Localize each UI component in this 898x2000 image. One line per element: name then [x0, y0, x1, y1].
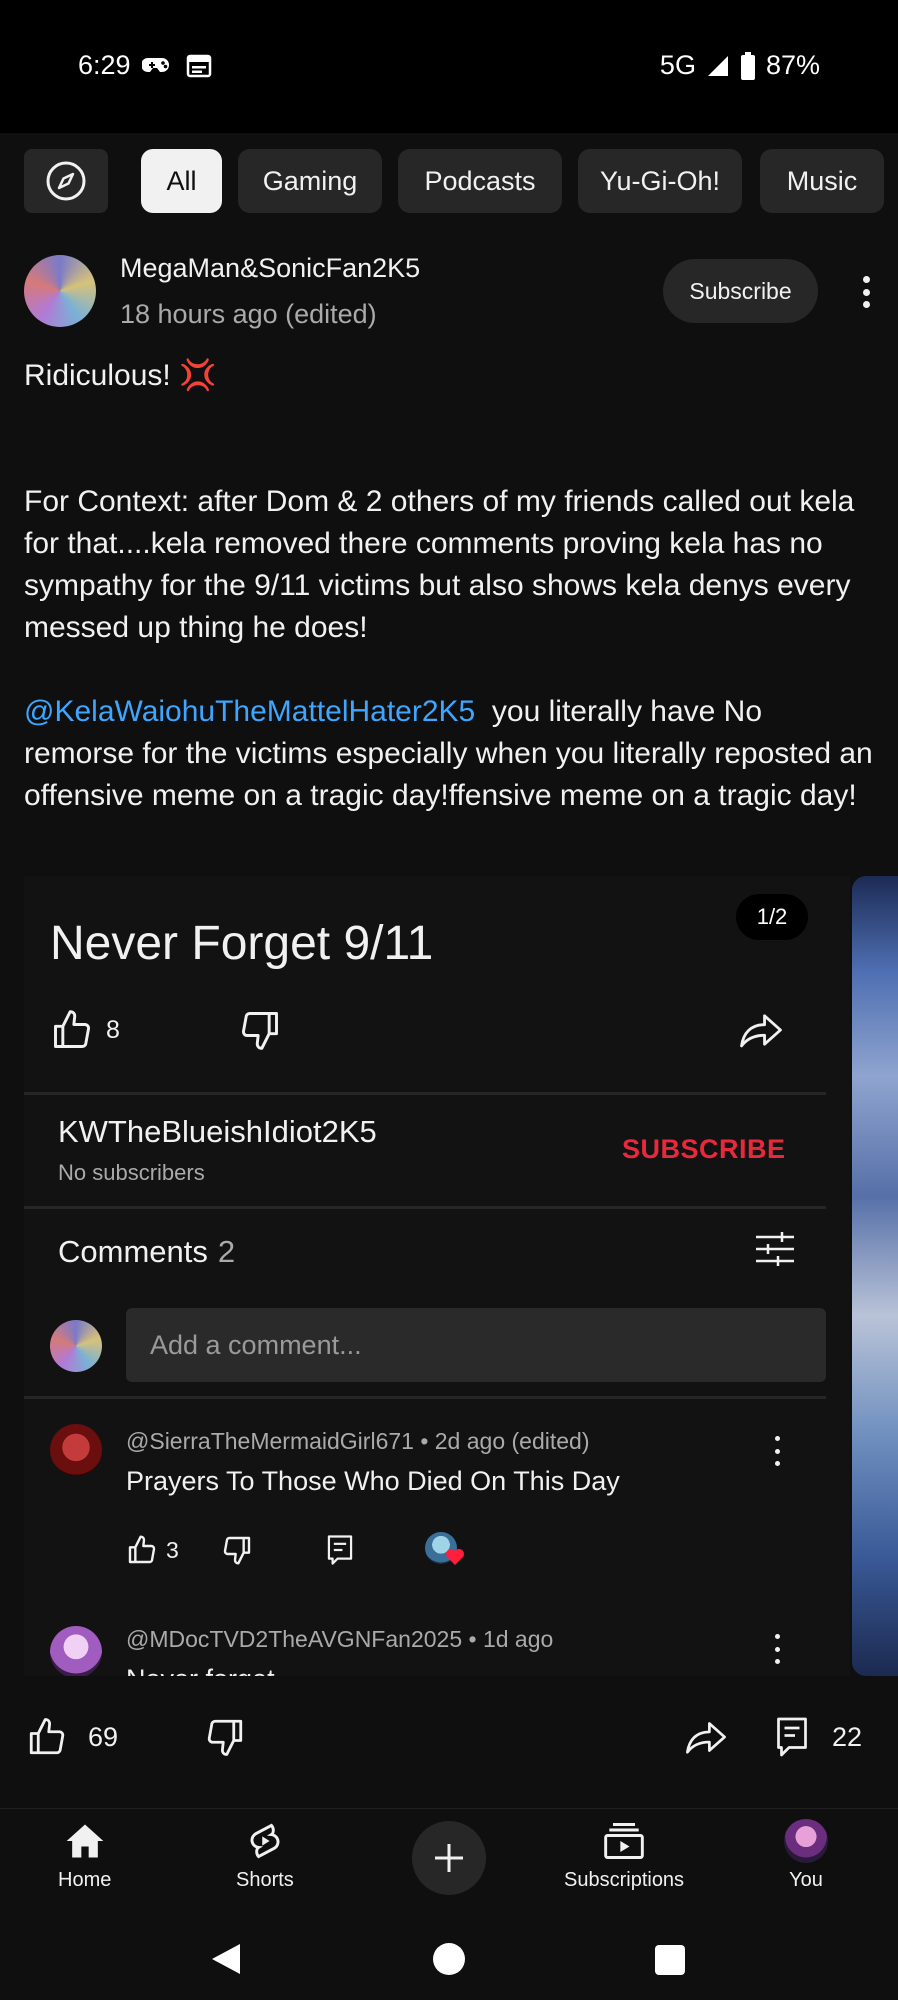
more-options-icon[interactable]: [852, 270, 880, 314]
image-subscriber-count: No subscribers: [58, 1160, 205, 1185]
post-line-1: Ridiculous! 💢: [24, 359, 217, 392]
sort-filter-icon: [756, 1232, 794, 1266]
post-image[interactable]: 1/2 Never Forget 9/11 8 KWTheBlueishIdio…: [24, 876, 850, 1676]
author-name[interactable]: MegaMan&SonicFan2K5: [120, 253, 420, 284]
commenter-avatar: [50, 1626, 102, 1676]
clock: 6:29: [78, 50, 131, 80]
image-counter: 1/2: [736, 894, 808, 940]
comment-text: Prayers To Those Who Died On This Day: [126, 1466, 620, 1496]
compass-icon: [46, 161, 86, 201]
comment-more-icon: [772, 1634, 782, 1664]
subscribe-button[interactable]: Subscribe: [663, 259, 818, 323]
comment-like-count: 3: [166, 1536, 179, 1563]
user-mention-link[interactable]: @KelaWaiohuTheMattelHater2K5: [24, 695, 475, 728]
signal-icon: [707, 55, 728, 76]
thumbs-up-icon: [128, 1535, 156, 1564]
author-avatar[interactable]: [24, 255, 96, 327]
nav-subscriptions[interactable]: Subscriptions: [564, 1819, 684, 1892]
post-paragraph: For Context: after Dom & 2 others of my …: [24, 485, 863, 644]
post-time: 18 hours ago (edited): [120, 299, 377, 329]
nav-shorts-label: Shorts: [236, 1869, 294, 1891]
comment-meta: @MDocTVD2TheAVGNFan2025 • 1d ago: [126, 1626, 554, 1652]
thumbs-up-icon: [54, 1010, 90, 1048]
status-bar: 6:29 5G 87%: [0, 0, 898, 133]
home-icon: [66, 1824, 104, 1858]
gamepad-icon: [142, 58, 169, 72]
reply-icon: [327, 1535, 352, 1565]
bottom-navigation: Home Shorts Subscriptions You: [0, 1808, 898, 1914]
network-label: 5G: [659, 50, 696, 80]
creator-heart-icon: [424, 1532, 465, 1568]
post-body: Ridiculous! 💢 For Context: after Dom & 2…: [24, 355, 874, 817]
plus-icon: [435, 1844, 463, 1872]
chip-yugioh[interactable]: Yu-Gi-Oh!: [578, 149, 742, 213]
comment-icon: [777, 1717, 807, 1757]
chip-podcasts[interactable]: Podcasts: [398, 149, 562, 213]
home-circle-icon[interactable]: [432, 1942, 466, 1976]
nav-subscriptions-label: Subscriptions: [564, 1869, 685, 1891]
image-title: Never Forget 9/11: [50, 917, 434, 970]
image-comments-header: Comments 2: [58, 1234, 236, 1269]
chip-all[interactable]: All: [141, 149, 222, 213]
share-button[interactable]: [684, 1716, 728, 1763]
nav-home[interactable]: Home: [58, 1819, 111, 1892]
share-icon: [740, 1014, 782, 1048]
add-comment-field: Add a comment...: [126, 1308, 826, 1382]
subscriptions-icon: [604, 1823, 644, 1859]
post-mention-paragraph: @KelaWaiohuTheMattelHater2K5 you literal…: [24, 691, 874, 817]
back-icon[interactable]: [210, 1942, 242, 1976]
image-channel-name: KWTheBlueishIdiot2K5: [58, 1114, 377, 1149]
comments-button[interactable]: 22: [774, 1716, 862, 1758]
filter-chips: All Gaming Podcasts Yu-Gi-Oh! Music: [0, 149, 898, 213]
comment-more-icon: [772, 1436, 782, 1466]
nav-you[interactable]: You: [784, 1819, 828, 1892]
profile-avatar: [784, 1819, 828, 1863]
create-button[interactable]: [412, 1821, 486, 1895]
my-avatar: [50, 1320, 102, 1372]
shorts-icon: [250, 1823, 280, 1859]
thumbs-up-icon: [29, 1718, 65, 1755]
chip-gaming[interactable]: Gaming: [238, 149, 382, 213]
image-comments-count: 2: [217, 1234, 236, 1269]
like-count: 69: [88, 1721, 119, 1752]
image-like-count: 8: [106, 1015, 120, 1044]
battery-icon: [740, 51, 755, 80]
chip-music[interactable]: Music: [760, 149, 884, 213]
comment-count: 22: [832, 1721, 863, 1752]
commenter-avatar: [50, 1424, 102, 1476]
explore-button[interactable]: [24, 149, 108, 213]
thumbs-down-icon: [207, 1719, 243, 1756]
image-like: 8: [50, 1008, 120, 1052]
comment-text: Never forget: [126, 1664, 275, 1676]
recents-icon[interactable]: [654, 1944, 686, 1976]
thumbs-down-icon: [242, 1012, 278, 1050]
battery-percent: 87%: [765, 50, 820, 80]
share-icon: [686, 1722, 726, 1754]
nav-home-label: Home: [58, 1869, 112, 1891]
nav-you-label: You: [789, 1869, 823, 1891]
dislike-button[interactable]: [204, 1716, 246, 1763]
nav-shorts[interactable]: Shorts: [236, 1819, 294, 1892]
post-action-bar: 69 22: [0, 1700, 898, 1780]
next-image-preview[interactable]: [852, 876, 898, 1676]
thumbs-down-icon: [223, 1536, 250, 1565]
calendar-icon: [186, 54, 212, 78]
image-subscribe-label: SUBSCRIBE: [622, 1134, 786, 1164]
system-navigation: [0, 1914, 898, 2000]
like-button[interactable]: 69: [26, 1716, 118, 1758]
comment-meta: @SierraTheMermaidGirl671 • 2d ago (edite…: [126, 1428, 590, 1454]
